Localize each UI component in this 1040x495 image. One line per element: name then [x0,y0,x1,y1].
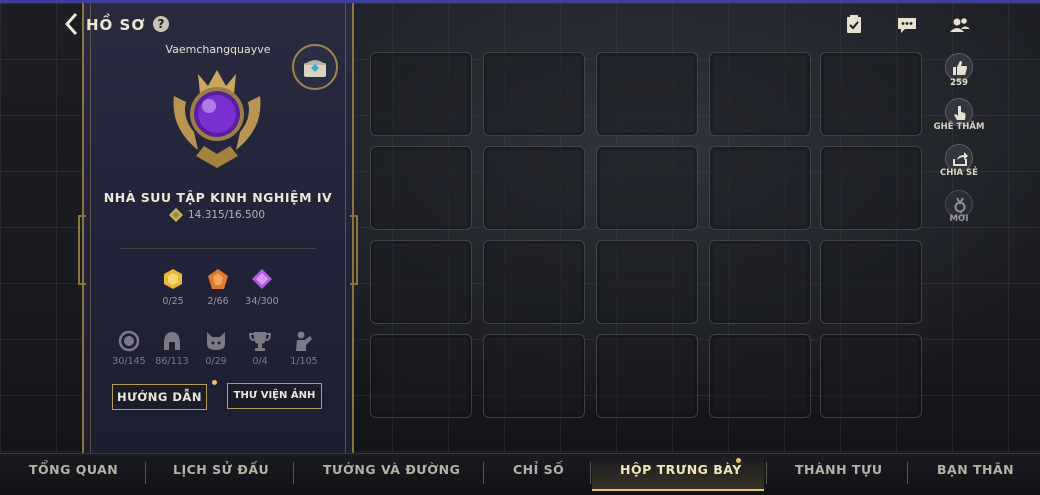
rank-title: NHÀ SUU TẬP KINH NGHIỆM IV [103,190,333,205]
display-slot[interactable] [596,52,698,136]
friends-icon[interactable] [949,14,971,36]
share-icon [953,152,968,166]
help-icon[interactable]: ? [153,16,169,32]
medal-icon [954,197,966,213]
display-slot[interactable] [483,146,585,230]
pointer-hand-icon [954,106,966,120]
trophy-count: 0/4 [252,356,268,367]
trophy-icon [249,332,271,351]
pet-count: 0/29 [205,356,227,367]
tab-showcase[interactable]: HỘP TRƯNG BÀY [620,462,742,482]
experience-icon [169,208,183,222]
display-slot[interactable] [820,240,922,324]
panel-divider [120,248,316,249]
experience-value: 14.315/16.500 [188,209,266,221]
thumbs-up-icon [953,61,967,75]
emote-icon [296,331,312,351]
guide-notification-dot [212,380,217,385]
gold-gem-icon [164,269,182,289]
showcase-notification-dot [736,458,741,463]
display-slot[interactable] [483,52,585,136]
invite-label: MỜI [949,214,969,224]
pet-icon [207,332,225,350]
tab-separator [766,462,767,484]
share-label: CHIA SẺ [940,168,978,178]
treasure-chest-button[interactable] [292,44,338,90]
display-slot[interactable] [483,240,585,324]
purple-gem-icon [252,269,272,289]
display-slot[interactable] [370,334,472,418]
tab-separator [590,462,591,484]
tab-separator [293,462,294,484]
tab-stats[interactable]: CHỈ SỐ [513,462,564,482]
tab-separator [145,462,146,484]
tab-overview[interactable]: TỔNG QUAN [29,462,118,482]
frame-ornament-left [78,215,86,285]
helmet-count: 86/113 [155,356,189,367]
display-slot[interactable] [596,240,698,324]
back-button[interactable] [62,12,82,36]
like-count: 259 [950,78,968,88]
page-title: HỒ SƠ [86,16,146,34]
visit-label: GHÉ THĂM [933,122,985,132]
chest-icon [304,60,326,77]
display-slot[interactable] [370,52,472,136]
helmet-icon [164,332,180,350]
mission-icon[interactable] [843,14,865,36]
tab-separator [907,462,908,484]
display-slot[interactable] [596,334,698,418]
display-slot[interactable] [820,52,922,136]
display-slot[interactable] [709,240,811,324]
tab-separator [483,462,484,484]
frame-icon [118,330,140,352]
display-slot[interactable] [370,240,472,324]
display-slot[interactable] [709,334,811,418]
tab-best-friends[interactable]: BẠN THÂN [937,462,1014,482]
orange-gem-icon [208,269,228,289]
like-button[interactable] [945,53,973,81]
display-slot[interactable] [709,52,811,136]
guide-button[interactable]: HƯỚNG DẪN [112,384,207,410]
tab-heroes-lanes[interactable]: TƯỚNG VÀ ĐƯỜNG [323,462,460,482]
frame-ornament-right [350,215,358,285]
display-slot[interactable] [709,146,811,230]
rank-emblem-icon [173,70,261,168]
tab-match-history[interactable]: LỊCH SỬ ĐẤU [173,462,269,482]
display-slot[interactable] [596,146,698,230]
display-slot[interactable] [820,334,922,418]
emote-count: 1/105 [290,356,318,367]
display-slot[interactable] [483,334,585,418]
gallery-button[interactable]: THƯ VIỆN ẢNH [227,383,322,409]
tab-achievements[interactable]: THÀNH TỰU [795,462,883,482]
gold-gem-count: 0/25 [162,296,184,307]
purple-gem-count: 34/300 [245,296,279,307]
chevron-left-icon [64,12,78,36]
orange-gem-count: 2/66 [207,296,229,307]
display-slot[interactable] [820,146,922,230]
chat-icon[interactable] [896,14,918,36]
display-slot[interactable] [370,146,472,230]
